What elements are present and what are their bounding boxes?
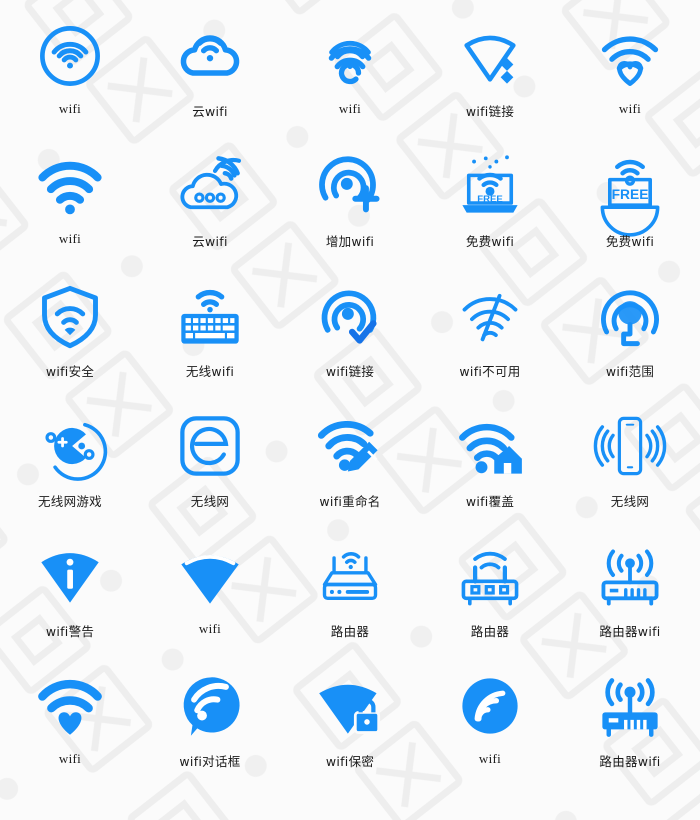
icon-label: 免费wifi (465, 234, 515, 249)
icon-cell-wifi-coverage[interactable]: wifi覆盖 (420, 412, 560, 542)
wifi-in-circle-icon[interactable] (36, 22, 104, 90)
laptop-free-wifi-outline-icon[interactable]: FREE (596, 152, 664, 237)
icon-cell-wifi-add[interactable]: 增加wifi (280, 152, 420, 282)
icon-label: wifi不可用 (459, 364, 521, 379)
router-antenna-icon[interactable] (456, 542, 524, 610)
wifi-circle-solid-icon[interactable] (456, 672, 524, 740)
wifi-fan-signal-icon[interactable] (176, 542, 244, 610)
icon-cell-wifi-heart-outline[interactable]: wifi (560, 22, 700, 152)
icon-grid: wifi 云wifi wifi wifi链接 wifi wifi 云wifi 增加wifi FR… (0, 0, 700, 802)
icon-cell-wireless-keyboard[interactable]: 无线wifi (140, 282, 280, 412)
icon-label: 路由器wifi (599, 754, 661, 769)
wifi-chat-bubble-icon[interactable] (176, 672, 244, 740)
icon-cell-wifi-circle[interactable]: wifi (0, 22, 140, 152)
icon-cell-cloud-wifi-1[interactable]: 云wifi (140, 22, 280, 152)
icon-cell-free-wifi-laptop-2[interactable]: FREE 免费wifi (560, 152, 700, 282)
wifi-home-coverage-icon[interactable] (456, 412, 524, 480)
icon-cell-wireless-e[interactable]: 无线网 (140, 412, 280, 542)
icon-label: 增加wifi (325, 234, 375, 249)
icon-cell-free-wifi-laptop-1[interactable]: FREE 免费wifi (420, 152, 560, 282)
icon-label: 无线网 (610, 494, 650, 509)
phone-wireless-icon[interactable] (593, 412, 667, 480)
icon-label: wifi链接 (325, 364, 375, 379)
icon-cell-wifi-rename[interactable]: wifi重命名 (280, 412, 420, 542)
icon-label: wifi (58, 101, 82, 116)
icon-cell-router-wifi-2[interactable]: 路由器wifi (560, 672, 700, 802)
icon-label: wifi对话框 (179, 754, 241, 769)
wireless-keyboard-icon[interactable] (176, 282, 244, 350)
icon-cell-wifi-link[interactable]: wifi链接 (420, 22, 560, 152)
cloud-wifi-icon[interactable] (176, 22, 244, 90)
icon-cell-wifi-solid[interactable]: wifi (0, 152, 140, 282)
wifi-check-connected-icon[interactable] (316, 282, 384, 350)
wifi-heart-outline-icon[interactable] (596, 22, 664, 90)
icon-cell-router-2[interactable]: 路由器 (420, 542, 560, 672)
wifi-connect-transfer-icon[interactable] (456, 22, 524, 90)
icon-cell-wifi-loading[interactable]: wifi (280, 22, 420, 152)
icon-cell-wifi-lock[interactable]: wifi保密 (280, 672, 420, 802)
wifi-rename-pencil-icon[interactable] (316, 412, 384, 480)
icon-label: wifi警告 (45, 624, 95, 639)
wifi-signal-icon[interactable] (36, 152, 104, 220)
icon-label: 无线wifi (185, 364, 235, 379)
laptop-free-wifi-icon[interactable]: FREE (456, 152, 524, 220)
icon-label: 无线网 (190, 494, 230, 509)
icon-cell-cloud-wifi-2[interactable]: 云wifi (140, 152, 280, 282)
icon-label: 路由器 (470, 624, 510, 639)
wifi-info-warning-icon[interactable] (36, 542, 104, 610)
icon-cell-wifi-check[interactable]: wifi链接 (280, 282, 420, 412)
icon-cell-wireless-phone[interactable]: 无线网 (560, 412, 700, 542)
cloud-dots-wifi-icon[interactable] (176, 152, 244, 220)
router-box-icon[interactable] (316, 542, 384, 610)
icon-cell-router-1[interactable]: 路由器 (280, 542, 420, 672)
wifi-lock-secure-icon[interactable] (316, 672, 384, 740)
icon-label: wifi (198, 621, 222, 636)
icon-label: 无线网游戏 (37, 494, 102, 509)
svg-text:FREE: FREE (477, 194, 502, 205)
icon-cell-wifi-circle-solid[interactable]: wifi (420, 672, 560, 802)
icon-label: wifi范围 (605, 364, 655, 379)
icon-cell-wifi-heart-solid[interactable]: wifi (0, 672, 140, 802)
icon-cell-wifi-warning[interactable]: wifi警告 (0, 542, 140, 672)
router-wifi-tower-solid-icon[interactable] (596, 672, 664, 740)
icon-label: wifi (58, 231, 82, 246)
browser-e-icon[interactable] (176, 412, 244, 480)
router-wifi-tower-icon[interactable] (596, 542, 664, 610)
icon-cell-wifi-fan[interactable]: wifi (140, 542, 280, 672)
icon-label: wifi保密 (325, 754, 375, 769)
icon-cell-wifi-bubble[interactable]: wifi对话框 (140, 672, 280, 802)
icon-label: wifi (338, 101, 362, 116)
svg-text:FREE: FREE (612, 186, 649, 202)
icon-label: wifi (58, 751, 82, 766)
wifi-range-antenna-icon[interactable] (596, 282, 664, 350)
icon-cell-wifi-shield[interactable]: wifi安全 (0, 282, 140, 412)
wireless-game-pacman-icon[interactable] (36, 412, 108, 481)
icon-cell-wifi-range[interactable]: wifi范围 (560, 282, 700, 412)
icon-cell-wifi-unavailable[interactable]: wifi不可用 (420, 282, 560, 412)
icon-label: 路由器wifi (599, 624, 661, 639)
icon-label: 云wifi (192, 234, 228, 249)
wifi-heart-solid-icon[interactable] (36, 672, 104, 740)
wifi-loading-icon[interactable] (316, 22, 384, 90)
wifi-off-slash-icon[interactable] (456, 282, 524, 350)
wifi-shield-security-icon[interactable] (36, 282, 104, 350)
icon-label: 云wifi (192, 104, 228, 119)
icon-label: wifi重命名 (319, 494, 381, 509)
icon-cell-wireless-game[interactable]: 无线网游戏 (0, 412, 140, 542)
icon-label: wifi链接 (465, 104, 515, 119)
wifi-add-plus-icon[interactable] (316, 152, 384, 220)
icon-label: wifi (618, 101, 642, 116)
icon-label: wifi覆盖 (465, 494, 515, 509)
icon-label: 路由器 (330, 624, 370, 639)
icon-label: 免费wifi (605, 234, 655, 249)
icon-label: wifi安全 (45, 364, 95, 379)
icon-label: wifi (478, 751, 502, 766)
icon-cell-router-wifi-1[interactable]: 路由器wifi (560, 542, 700, 672)
